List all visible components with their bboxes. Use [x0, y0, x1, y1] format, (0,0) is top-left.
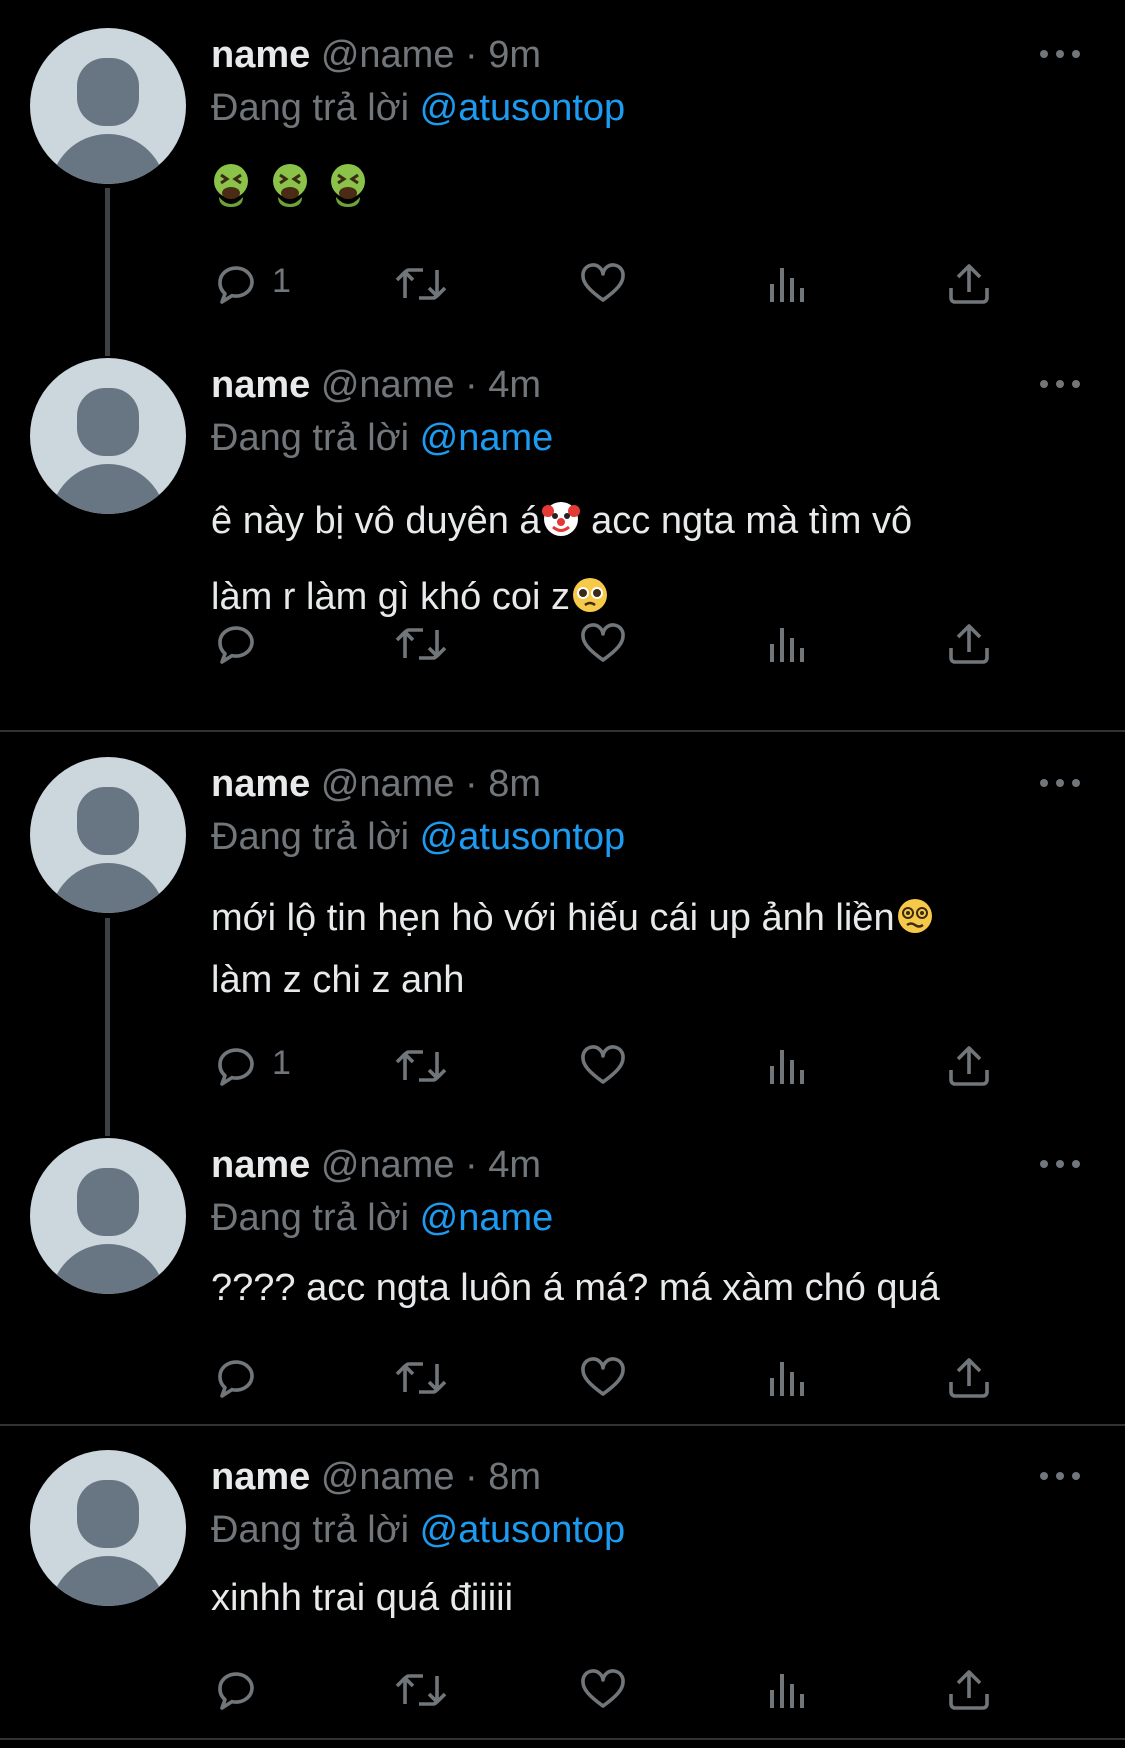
avatar-head-shape [77, 1480, 139, 1548]
tweet-text: xinhh trai quá điiiii [211, 1567, 1091, 1629]
more-options-icon[interactable] [1040, 1470, 1082, 1482]
retweet-button[interactable] [393, 1658, 453, 1718]
tweet-text-line: xinhh trai quá điiiii [211, 1567, 1091, 1629]
retweet-icon [395, 1674, 447, 1706]
reply-tweet[interactable]: name @name · 8m Đang trả lời @atusontop … [0, 0, 1125, 1748]
replying-to-mention[interactable]: @atusontop [420, 1509, 626, 1551]
heart-icon [581, 1669, 625, 1708]
tweet-text-segment: xinhh trai quá điiiii [211, 1577, 514, 1619]
avatar-shoulders-shape [50, 1556, 166, 1606]
reply-bubble-icon [218, 1672, 254, 1710]
separator-dot: · [465, 1456, 478, 1498]
tweet-actions [0, 1658, 1125, 1718]
share-button[interactable] [945, 1658, 993, 1718]
views-bar-chart-icon [770, 1674, 804, 1708]
tweet-header: name @name · 8m [211, 1452, 541, 1502]
avatar[interactable] [30, 1450, 186, 1606]
reply-button[interactable] [212, 1658, 312, 1718]
like-button[interactable] [579, 1658, 629, 1718]
tweet-divider [0, 1738, 1125, 1740]
display-name[interactable]: name [211, 1456, 310, 1498]
share-upload-icon [949, 1670, 989, 1710]
replying-to: Đang trả lời @atusontop [211, 1505, 625, 1555]
timestamp[interactable]: 8m [488, 1456, 541, 1498]
user-handle[interactable]: @name [321, 1456, 455, 1498]
reply-feed: name @name · 9m Đang trả lời @atusontop [0, 0, 1125, 1748]
views-button[interactable] [764, 1658, 812, 1718]
replying-to-label: Đang trả lời [211, 1509, 410, 1551]
